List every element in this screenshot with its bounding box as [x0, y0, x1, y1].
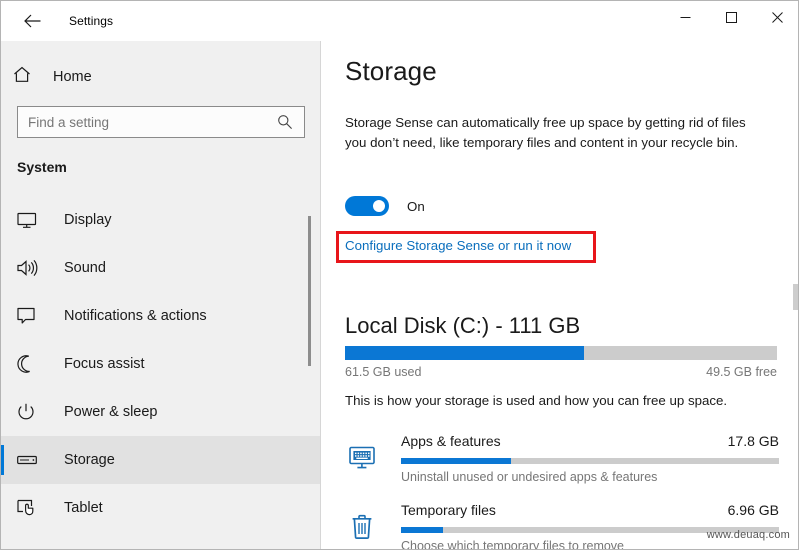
monitor-icon — [17, 208, 47, 232]
search-input[interactable] — [18, 108, 270, 136]
sidebar-home-label: Home — [53, 69, 92, 85]
sidebar-item-label: Tablet — [64, 500, 103, 516]
maximize-button[interactable] — [708, 1, 754, 33]
storage-category-size: 17.8 GB — [727, 433, 779, 449]
storage-category-name: Apps & features — [401, 433, 501, 449]
sidebar-item-display[interactable]: Display — [1, 196, 320, 244]
storage-category-bar — [401, 458, 779, 464]
sidebar-item-label: Power & sleep — [64, 404, 158, 420]
speaker-icon — [17, 256, 47, 280]
notification-icon — [17, 304, 47, 328]
main-scrollbar-thumb[interactable] — [793, 284, 798, 310]
storage-sense-toggle-state: On — [407, 198, 425, 214]
power-icon — [17, 400, 47, 424]
sidebar-item-label: Sound — [64, 260, 106, 276]
disk-usage-bar-fill — [345, 346, 585, 360]
storage-category-bar-fill — [401, 527, 443, 533]
apps-monitor-icon — [345, 441, 379, 475]
configure-storage-sense-link[interactable]: Configure Storage Sense or run it now — [345, 238, 571, 253]
storage-sense-description: Storage Sense can automatically free up … — [345, 115, 746, 150]
storage-category-bar-fill — [401, 458, 511, 464]
sidebar-item-focus-assist[interactable]: Focus assist — [1, 340, 320, 388]
watermark: www.deuaq.com — [706, 529, 790, 541]
page-title: Storage — [345, 56, 437, 86]
back-button[interactable] — [9, 5, 55, 37]
tablet-icon — [17, 496, 47, 520]
main-content: Storage Storage Sense can automatically … — [322, 41, 798, 550]
title-bar: Settings — [1, 1, 798, 41]
sidebar-item-home[interactable]: Home — [13, 61, 92, 93]
drive-icon — [17, 448, 47, 472]
search-box[interactable] — [17, 106, 305, 138]
trash-icon — [345, 510, 379, 544]
sidebar-item-storage[interactable]: Storage — [1, 436, 320, 484]
window-title: Settings — [69, 14, 114, 28]
sidebar-item-label: Storage — [64, 452, 115, 468]
storage-category-description: Uninstall unused or undesired apps & fea… — [401, 470, 658, 484]
home-icon — [13, 66, 31, 88]
moon-icon — [17, 352, 47, 376]
sidebar-item-label: Notifications & actions — [64, 308, 207, 324]
toggle-knob — [373, 200, 385, 212]
sidebar-item-notifications[interactable]: Notifications & actions — [1, 292, 320, 340]
sidebar-item-label: Focus assist — [64, 356, 145, 372]
storage-category-description: Choose which temporary files to remove — [401, 539, 625, 550]
search-icon[interactable] — [270, 107, 300, 137]
sidebar-item-sound[interactable]: Sound — [1, 244, 320, 292]
minimize-button[interactable] — [662, 1, 708, 33]
disk-usage-bar — [345, 346, 777, 360]
disk-free-label: 49.5 GB free — [706, 365, 777, 379]
settings-window: Settings Home Find a setting System Disp… — [0, 0, 799, 550]
sidebar: Home System Display — [1, 41, 321, 549]
sidebar-scrollbar-thumb[interactable] — [308, 216, 311, 366]
sidebar-scrollbar[interactable] — [308, 41, 316, 549]
storage-category-name: Temporary files — [401, 502, 496, 518]
sidebar-section-label: System — [17, 159, 67, 175]
close-button[interactable] — [754, 1, 798, 33]
storage-sense-toggle[interactable] — [345, 196, 389, 216]
disk-usage-note: This is how your storage is used and how… — [345, 393, 728, 408]
storage-category-size: 6.96 GB — [727, 502, 779, 518]
local-disk-title: Local Disk (C:) - 111 GB — [345, 313, 581, 338]
window-controls — [662, 1, 798, 33]
sidebar-nav-list: Display Sound Notifications & actions Fo… — [1, 196, 320, 532]
sidebar-item-tablet[interactable]: Tablet — [1, 484, 320, 532]
sidebar-item-label: Display — [64, 212, 112, 228]
storage-sense-toggle-row: On — [345, 196, 425, 216]
sidebar-item-power-sleep[interactable]: Power & sleep — [1, 388, 320, 436]
